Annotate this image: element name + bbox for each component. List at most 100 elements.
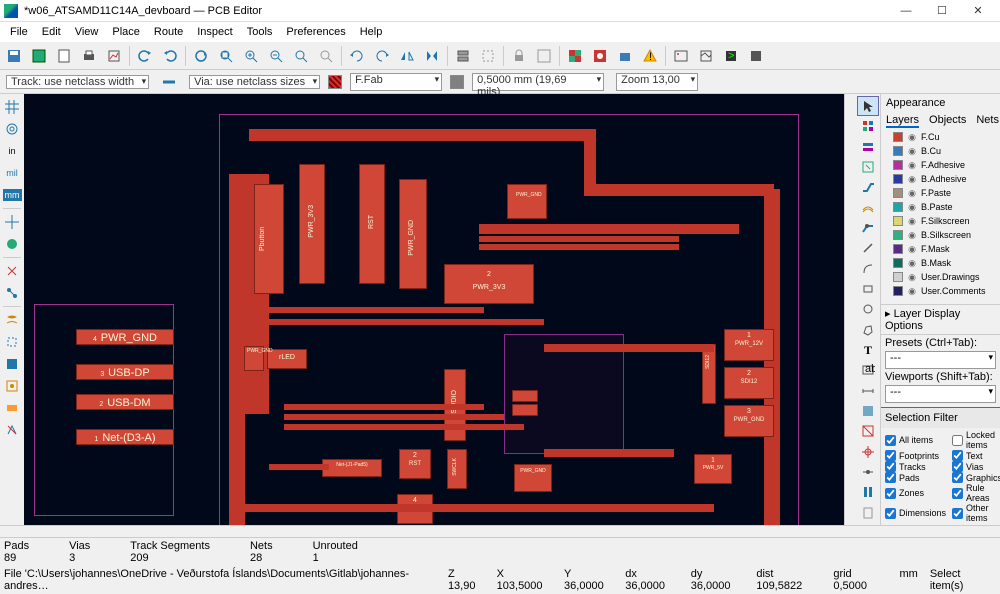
origin-tool[interactable] bbox=[857, 442, 879, 462]
visibility-icon[interactable]: ◉ bbox=[906, 243, 918, 255]
zoom-in-button[interactable] bbox=[239, 44, 263, 68]
filter-pads[interactable]: Pads bbox=[885, 472, 946, 483]
grid-select[interactable]: 0,5000 mm (19,69 mils) bbox=[468, 73, 608, 91]
save-button[interactable] bbox=[2, 44, 26, 68]
net-tool[interactable] bbox=[1, 282, 23, 304]
menu-help[interactable]: Help bbox=[354, 24, 389, 40]
visibility-icon[interactable]: ◉ bbox=[906, 187, 918, 199]
minimize-button[interactable]: — bbox=[888, 0, 924, 22]
page-settings-button[interactable] bbox=[52, 44, 76, 68]
fill-tool[interactable] bbox=[1, 309, 23, 331]
keepout-tool[interactable] bbox=[857, 421, 879, 441]
via-tool[interactable] bbox=[857, 218, 879, 238]
undo-button[interactable] bbox=[133, 44, 157, 68]
print-button[interactable] bbox=[77, 44, 101, 68]
rotate-ccw-button[interactable] bbox=[345, 44, 369, 68]
menu-inspect[interactable]: Inspect bbox=[191, 24, 238, 40]
edit-sch-tool[interactable] bbox=[857, 157, 879, 177]
footprint-library-button[interactable] bbox=[563, 44, 587, 68]
layers-list[interactable]: ◉F.Cu◉B.Cu◉F.Adhesive◉B.Adhesive◉F.Paste… bbox=[881, 130, 1000, 300]
cursor-tool[interactable] bbox=[1, 211, 23, 233]
route-tool[interactable] bbox=[857, 177, 879, 197]
maximize-button[interactable]: ☐ bbox=[924, 0, 960, 22]
layer-User.Comments[interactable]: ◉User.Comments bbox=[881, 284, 1000, 298]
snap-tool[interactable] bbox=[1, 260, 23, 282]
align-tool[interactable] bbox=[857, 381, 879, 401]
text-tool[interactable]: T bbox=[857, 340, 879, 360]
zoom-selection-button[interactable] bbox=[289, 44, 313, 68]
layer-manager-button[interactable] bbox=[451, 44, 475, 68]
visibility-icon[interactable]: ◉ bbox=[906, 145, 918, 157]
nets-tool[interactable] bbox=[857, 137, 879, 157]
drc-button[interactable]: ! bbox=[638, 44, 662, 68]
layer-B.Cu[interactable]: ◉B.Cu bbox=[881, 144, 1000, 158]
measure-tool[interactable] bbox=[857, 462, 879, 482]
zone-tool[interactable] bbox=[857, 401, 879, 421]
filter-button[interactable] bbox=[532, 44, 556, 68]
layer-display-toggle[interactable]: ▸ Layer Display Options bbox=[885, 308, 960, 332]
filter-tracks[interactable]: Tracks bbox=[885, 461, 946, 472]
filter-zones[interactable]: Zones bbox=[885, 483, 946, 503]
layer-B.Silkscreen[interactable]: ◉B.Silkscreen bbox=[881, 228, 1000, 242]
visibility-icon[interactable]: ◉ bbox=[906, 271, 918, 283]
mirror-button[interactable] bbox=[420, 44, 444, 68]
layer-B.Mask[interactable]: ◉B.Mask bbox=[881, 256, 1000, 270]
layer-F.Paste[interactable]: ◉F.Paste bbox=[881, 186, 1000, 200]
grid-tool[interactable] bbox=[1, 96, 23, 118]
rotate-cw-button[interactable] bbox=[370, 44, 394, 68]
filter-footprints[interactable]: Footprints bbox=[885, 450, 946, 461]
3d-viewer-button[interactable] bbox=[613, 44, 637, 68]
layer-B.Adhesive[interactable]: ◉B.Adhesive bbox=[881, 172, 1000, 186]
polar-tool[interactable] bbox=[1, 118, 23, 140]
zoom-to-button[interactable] bbox=[314, 44, 338, 68]
filter-graphics[interactable]: Graphics bbox=[952, 472, 1000, 483]
redo-button[interactable] bbox=[158, 44, 182, 68]
menu-tools[interactable]: Tools bbox=[241, 24, 279, 40]
menu-route[interactable]: Route bbox=[148, 24, 189, 40]
autolock-tool[interactable] bbox=[1, 375, 23, 397]
layer-F.Silkscreen[interactable]: ◉F.Silkscreen bbox=[881, 214, 1000, 228]
select-tool[interactable] bbox=[857, 96, 879, 116]
zoom-select[interactable]: Zoom 13,00 bbox=[612, 73, 702, 91]
visibility-icon[interactable]: ◉ bbox=[906, 159, 918, 171]
track-width-select[interactable]: Track: use netclass width bbox=[2, 76, 153, 88]
hilite-tool[interactable] bbox=[857, 116, 879, 136]
dim-tool[interactable]: ab bbox=[857, 360, 879, 380]
layer-User.Eco1[interactable]: ◉User.Eco1 bbox=[881, 298, 1000, 300]
menu-view[interactable]: View bbox=[69, 24, 105, 40]
filter-rule-areas[interactable]: Rule Areas bbox=[952, 483, 1000, 503]
visibility-icon[interactable]: ◉ bbox=[906, 257, 918, 269]
drc-tool[interactable] bbox=[1, 233, 23, 255]
zoom-out-button[interactable] bbox=[264, 44, 288, 68]
render-button[interactable] bbox=[694, 44, 718, 68]
close-button[interactable]: ✕ bbox=[960, 0, 996, 22]
visibility-icon[interactable]: ◉ bbox=[906, 285, 918, 297]
layer-F.Mask[interactable]: ◉F.Mask bbox=[881, 242, 1000, 256]
lock-button[interactable] bbox=[507, 44, 531, 68]
mil-tool[interactable]: mil bbox=[1, 162, 23, 184]
toggle2-tool[interactable] bbox=[1, 419, 23, 441]
visibility-icon[interactable]: ◉ bbox=[906, 299, 918, 300]
poly-tool[interactable] bbox=[857, 320, 879, 340]
filter-dimensions[interactable]: Dimensions bbox=[885, 503, 946, 523]
mm-tool[interactable]: mm bbox=[1, 184, 23, 206]
line-tool[interactable] bbox=[857, 259, 879, 279]
layer-select[interactable]: F.Fab bbox=[346, 73, 446, 91]
visibility-icon[interactable]: ◉ bbox=[906, 215, 918, 227]
filter-locked-items[interactable]: Locked items bbox=[952, 430, 1000, 450]
circle-tool[interactable] bbox=[857, 299, 879, 319]
menu-preferences[interactable]: Preferences bbox=[280, 24, 351, 40]
filter-vias[interactable]: Vias bbox=[952, 461, 1000, 472]
tab-objects[interactable]: Objects bbox=[929, 114, 966, 128]
visibility-icon[interactable]: ◉ bbox=[906, 131, 918, 143]
flip-h-button[interactable] bbox=[395, 44, 419, 68]
ratsnest-button[interactable] bbox=[476, 44, 500, 68]
visibility-icon[interactable]: ◉ bbox=[906, 229, 918, 241]
zoom-fit-button[interactable] bbox=[214, 44, 238, 68]
lock-tool[interactable] bbox=[857, 503, 879, 523]
filter-other-items[interactable]: Other items bbox=[952, 503, 1000, 523]
canvas-scrollbar-h[interactable] bbox=[0, 525, 1000, 537]
visibility-icon[interactable]: ◉ bbox=[906, 201, 918, 213]
filter-all-items[interactable]: All items bbox=[885, 430, 946, 450]
layer-F.Adhesive[interactable]: ◉F.Adhesive bbox=[881, 158, 1000, 172]
